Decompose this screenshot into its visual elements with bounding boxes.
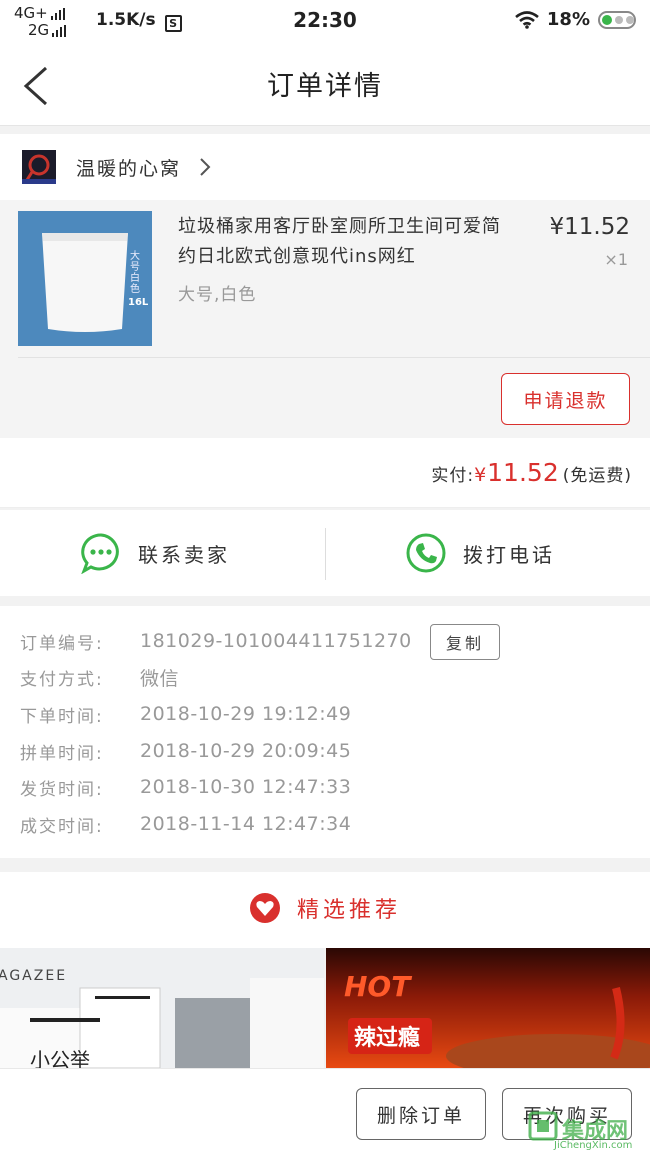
recommend-right-hot: HOT bbox=[344, 970, 411, 1003]
recommend-title: 精选推荐 bbox=[0, 892, 650, 924]
product-spec: 大号,白色 bbox=[178, 285, 257, 305]
contact-seller-button[interactable]: 联系卖家 bbox=[80, 510, 230, 596]
contact-bar: 联系卖家 拨打电话 bbox=[0, 510, 650, 596]
shipping-note: (免运费) bbox=[562, 466, 632, 486]
battery-percent: 18% bbox=[546, 9, 590, 30]
nav-bar: 订单详情 bbox=[0, 42, 650, 126]
info-label: 拼单时间: bbox=[20, 743, 104, 764]
deal-time: 2018-11-14 12:47:34 bbox=[140, 813, 352, 835]
deal-time-row: 成交时间: 2018-11-14 12:47:34 bbox=[20, 809, 351, 839]
order-time: 2018-10-29 19:12:49 bbox=[140, 703, 352, 725]
watermark-logo-icon bbox=[528, 1111, 558, 1141]
recommend-item-left[interactable]: AGAZEE 小公举 bbox=[0, 948, 324, 1068]
product-price: ¥11.52 bbox=[549, 214, 630, 240]
watermark-subtext: JiChengXin.com bbox=[554, 1140, 633, 1151]
group-time-row: 拼单时间: 2018-10-29 20:09:45 bbox=[20, 736, 351, 766]
recommend-left-brand: AGAZEE bbox=[0, 968, 68, 984]
shop-name[interactable]: 温暖的心窝 bbox=[76, 154, 181, 181]
recommend-images: AGAZEE 小公举 HOT 辣过瘾 bbox=[0, 948, 650, 1068]
delete-order-button[interactable]: 删除订单 bbox=[356, 1088, 486, 1140]
payment-method: 微信 bbox=[140, 667, 180, 690]
paid-currency: ¥ bbox=[474, 464, 488, 486]
recommend-item-right[interactable]: HOT 辣过瘾 bbox=[326, 948, 650, 1068]
contact-seller-label: 联系卖家 bbox=[138, 542, 230, 567]
product-image-caption: 大号白色 bbox=[130, 251, 140, 295]
info-label: 订单编号: bbox=[20, 633, 104, 654]
ship-time: 2018-10-30 12:47:33 bbox=[140, 776, 352, 798]
product-title[interactable]: 垃圾桶家用客厅卧室厕所卫生间可爱简约日北欧式创意现代ins网红 bbox=[178, 212, 518, 272]
battery-icon bbox=[598, 10, 636, 29]
info-label: 支付方式: bbox=[20, 669, 104, 690]
chat-bubble-icon bbox=[81, 533, 119, 574]
ship-time-row: 发货时间: 2018-10-30 12:47:33 bbox=[20, 772, 351, 802]
heart-badge-icon bbox=[249, 893, 280, 923]
shop-logo bbox=[22, 150, 56, 184]
payment-summary: 实付: ¥ 11.52 (免运费) bbox=[0, 438, 650, 508]
product-image-size: 16L bbox=[128, 297, 149, 308]
shop-row[interactable]: 温暖的心窝 bbox=[0, 134, 650, 200]
payment-line: 实付: ¥ 11.52 (免运费) bbox=[431, 458, 632, 487]
payment-method-row: 支付方式: 微信 bbox=[20, 662, 179, 692]
refund-button[interactable]: 申请退款 bbox=[501, 373, 630, 425]
recommend-right-caption: 辣过瘾 bbox=[354, 1026, 421, 1051]
product-quantity: ×1 bbox=[604, 250, 628, 269]
watermark: 集成网 JiChengXin.com bbox=[528, 1109, 644, 1155]
wifi-icon bbox=[515, 10, 539, 29]
status-right: 18% bbox=[515, 9, 636, 30]
order-time-row: 下单时间: 2018-10-29 19:12:49 bbox=[20, 699, 351, 729]
product-image[interactable]: 大号白色 16L bbox=[18, 211, 152, 346]
info-label: 成交时间: bbox=[20, 816, 104, 837]
recommend-left-caption: 小公举 bbox=[30, 1048, 90, 1068]
copy-button[interactable]: 复制 bbox=[430, 624, 500, 660]
bottom-action-bar: 删除订单 再次购买 集成网 JiChengXin.com bbox=[0, 1068, 650, 1155]
call-phone-button[interactable]: 拨打电话 bbox=[405, 510, 555, 596]
product-card[interactable]: 大号白色 16L 垃圾桶家用客厅卧室厕所卫生间可爱简约日北欧式创意现代ins网红… bbox=[0, 200, 650, 438]
recommend-header: 精选推荐 bbox=[0, 872, 650, 948]
call-phone-label: 拨打电话 bbox=[463, 542, 555, 567]
recommend-title-label: 精选推荐 bbox=[296, 898, 401, 923]
status-bar: 4G+ 2G 1.5K/s S 22:30 18% bbox=[0, 0, 650, 42]
chevron-right-icon[interactable] bbox=[198, 156, 212, 178]
divider bbox=[18, 357, 650, 358]
page-title: 订单详情 bbox=[267, 71, 383, 102]
group-time: 2018-10-29 20:09:45 bbox=[140, 740, 352, 762]
info-label: 下单时间: bbox=[20, 706, 104, 727]
divider bbox=[325, 528, 326, 580]
phone-icon bbox=[406, 533, 446, 573]
order-number-row: 订单编号: 181029-101004411751270 bbox=[20, 626, 412, 656]
paid-amount: 11.52 bbox=[487, 458, 559, 487]
paid-label: 实付: bbox=[431, 466, 475, 486]
info-label: 发货时间: bbox=[20, 779, 104, 800]
order-info: 订单编号: 181029-101004411751270 复制 支付方式: 微信… bbox=[0, 606, 650, 858]
order-number: 181029-101004411751270 bbox=[140, 630, 412, 652]
